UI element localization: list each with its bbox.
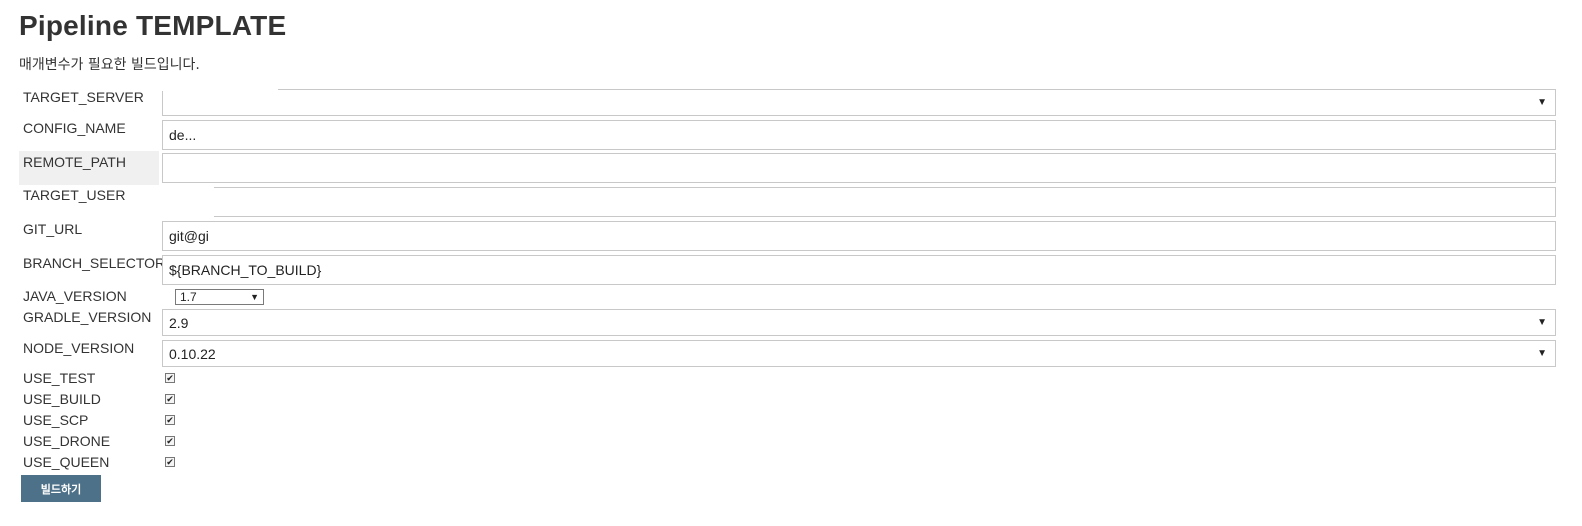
page-description: 매개변수가 필요한 빌드입니다. — [19, 57, 200, 73]
redaction-mask — [160, 185, 214, 219]
use-drone-checkbox[interactable]: ✔ — [165, 436, 175, 446]
remote-path-input[interactable] — [162, 153, 1556, 183]
branch-selector-value: ${BRANCH_TO_BUILD} — [169, 262, 322, 278]
chevron-down-icon: ▼ — [1537, 317, 1547, 328]
node-version-value: 0.10.22 — [169, 345, 216, 362]
target-user-label: TARGET_USER — [23, 187, 126, 203]
git-url-value: git@gi — [169, 228, 209, 244]
chevron-down-icon: ▼ — [1537, 348, 1547, 359]
target-server-label: TARGET_SERVER — [23, 89, 144, 105]
use-build-checkbox[interactable]: ✔ — [165, 394, 175, 404]
build-parameters-page: Pipeline TEMPLATE 매개변수가 필요한 빌드입니다. TARGE… — [0, 0, 1582, 526]
use-test-label: USE_TEST — [23, 370, 96, 386]
page-title: Pipeline TEMPLATE — [19, 10, 287, 41]
config-name-value: de... — [169, 127, 197, 143]
use-build-label: USE_BUILD — [23, 391, 101, 407]
checkmark-icon: ✔ — [166, 436, 174, 446]
node-version-select[interactable]: 0.10.22 ▼ — [162, 340, 1556, 367]
java-version-value: 1.7 — [180, 290, 197, 304]
gradle-version-value: 2.9 — [169, 314, 189, 331]
target-server-select[interactable]: ▼ — [162, 89, 1556, 116]
use-drone-label: USE_DRONE — [23, 433, 111, 449]
java-version-select[interactable]: 1.7 ▼ — [175, 289, 264, 305]
use-queen-label: USE_QUEEN — [23, 454, 110, 470]
java-version-label: JAVA_VERSION — [23, 288, 127, 304]
checkmark-icon: ✔ — [166, 373, 174, 383]
config-name-label: CONFIG_NAME — [23, 120, 126, 136]
git-url-input[interactable]: git@gi — [162, 221, 1556, 251]
gradle-version-select[interactable]: 2.9 ▼ — [162, 309, 1556, 336]
use-queen-checkbox[interactable]: ✔ — [165, 457, 175, 467]
remote-path-label: REMOTE_PATH — [19, 151, 159, 185]
config-name-input[interactable]: de... — [162, 120, 1556, 150]
build-button[interactable]: 빌드하기 — [21, 475, 101, 502]
checkmark-icon: ✔ — [166, 415, 174, 425]
chevron-down-icon: ▼ — [250, 292, 259, 302]
redaction-mask — [162, 87, 278, 91]
branch-selector-label: BRANCH_SELECTOR — [23, 255, 166, 271]
chevron-down-icon: ▼ — [1537, 97, 1547, 108]
git-url-label: GIT_URL — [23, 221, 83, 237]
checkmark-icon: ✔ — [166, 457, 174, 467]
use-scp-label: USE_SCP — [23, 412, 89, 428]
checkmark-icon: ✔ — [166, 394, 174, 404]
use-test-checkbox[interactable]: ✔ — [165, 373, 175, 383]
node-version-label: NODE_VERSION — [23, 340, 135, 356]
branch-selector-input[interactable]: ${BRANCH_TO_BUILD} — [162, 255, 1556, 285]
gradle-version-label: GRADLE_VERSION — [23, 309, 152, 325]
use-scp-checkbox[interactable]: ✔ — [165, 415, 175, 425]
target-user-input[interactable] — [162, 187, 1556, 217]
